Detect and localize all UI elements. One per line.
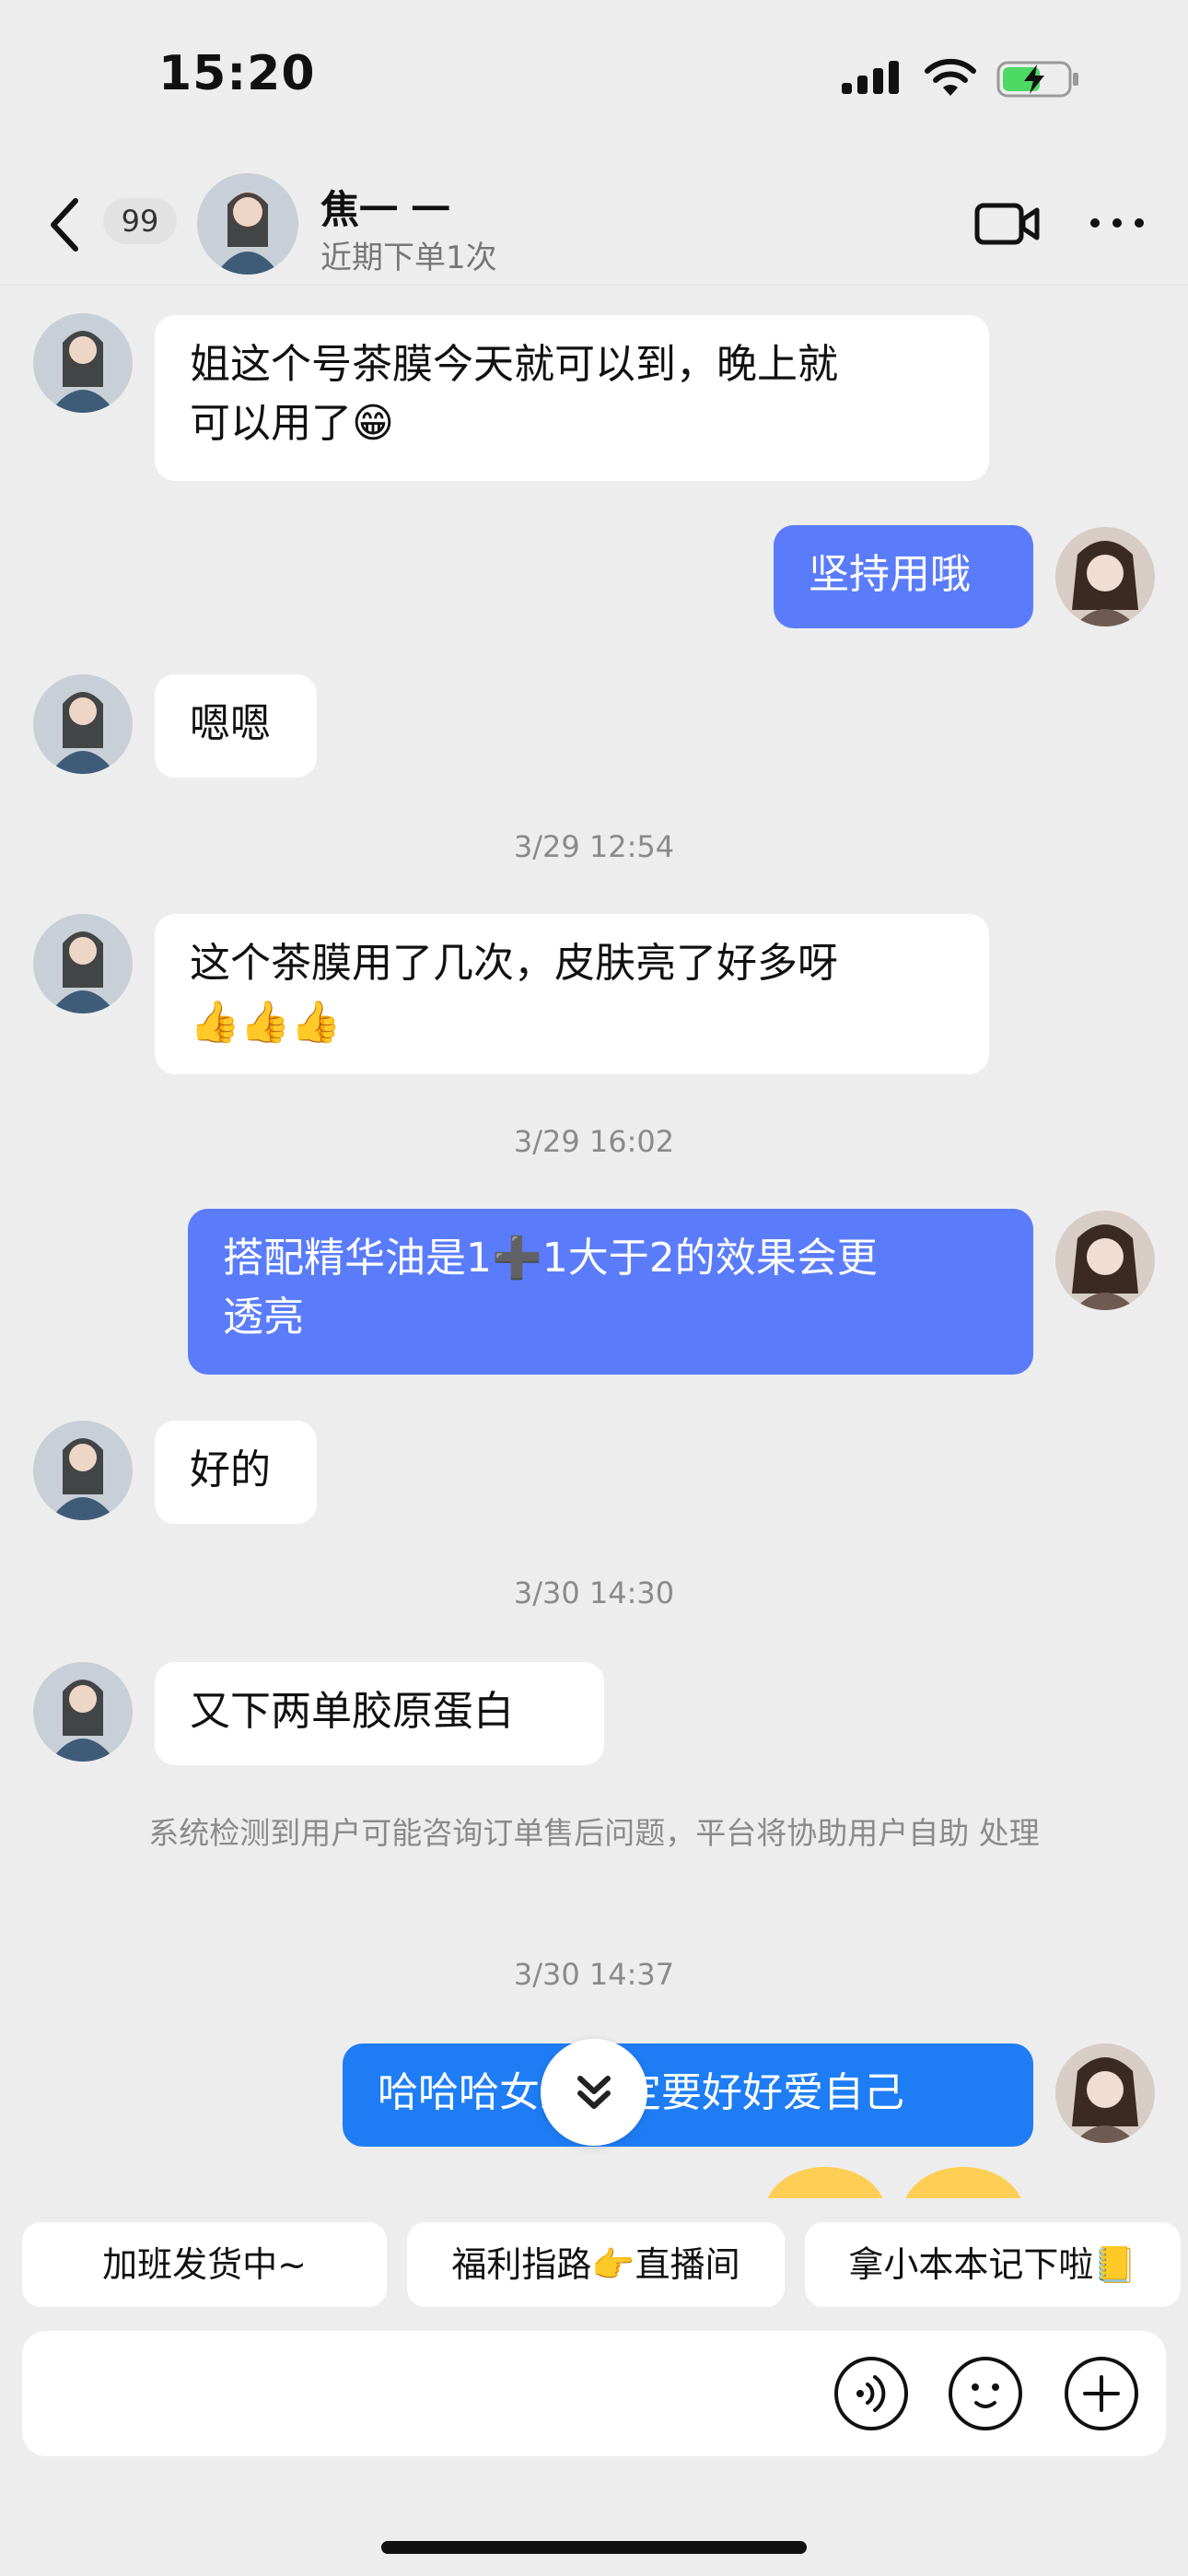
emoji-icon[interactable]	[947, 2355, 1024, 2432]
video-call-icon[interactable]	[974, 201, 1041, 247]
timestamp: 3/30 14:30	[513, 1575, 675, 1610]
contact-avatar[interactable]	[33, 674, 133, 774]
system-notice: 系统检测到用户可能咨询订单售后问题，平台将协助用户自助 处理	[148, 1815, 1040, 1851]
message-bubble[interactable]: 姐这个号茶膜今天就可以到，晚上就 可以用了😁	[155, 315, 989, 481]
message-bubble[interactable]: 搭配精华油是1➕1大于2的效果会更 透亮	[188, 1209, 1033, 1375]
quick-reply-button[interactable]: 加班发货中~	[22, 2222, 387, 2307]
message-bubble[interactable]: 好的	[155, 1421, 317, 1524]
battery-icon	[996, 61, 1078, 98]
contact-avatar[interactable]	[33, 1421, 133, 1520]
contact-avatar[interactable]	[33, 1662, 133, 1762]
message-bubble[interactable]: 又下两单胶原蛋白	[155, 1662, 604, 1765]
quick-reply-button[interactable]: 福利指路👉直播间	[407, 2222, 785, 2307]
message-bubble[interactable]: 这个茶膜用了几次，皮肤亮了好多呀 👍👍👍	[155, 914, 989, 1074]
quick-reply-button[interactable]: 拿小本本记下啦📒	[805, 2222, 1181, 2307]
contact-avatar[interactable]	[197, 173, 298, 275]
chat-header: 99 焦一 一 近期下单1次	[0, 157, 1188, 286]
contact-subtitle: 近期下单1次	[320, 240, 497, 276]
voice-icon[interactable]	[833, 2355, 910, 2432]
timestamp: 3/29 12:54	[513, 829, 675, 864]
signal-icon	[842, 61, 901, 94]
message-input[interactable]	[22, 2331, 1166, 2456]
unread-badge: 99	[103, 198, 177, 244]
plus-icon[interactable]	[1063, 2355, 1140, 2432]
emoji-sticker	[767, 2167, 1021, 2198]
chevron-double-down-icon	[577, 2076, 611, 2109]
more-icon[interactable]	[1087, 205, 1147, 241]
my-avatar[interactable]	[1055, 2043, 1155, 2143]
wifi-icon	[925, 58, 976, 96]
contact-avatar[interactable]	[33, 914, 133, 1013]
my-avatar[interactable]	[1055, 527, 1155, 626]
message-bubble[interactable]: 哈哈哈女人一定要好好爱自己	[343, 2043, 1033, 2147]
contact-name: 焦一 一	[320, 187, 450, 232]
message-bubble[interactable]: 嗯嗯	[155, 674, 317, 778]
back-icon[interactable]	[44, 197, 85, 252]
status-time: 15:20	[158, 46, 316, 101]
scroll-to-bottom-button[interactable]	[541, 2039, 647, 2146]
timestamp: 3/29 16:02	[513, 1124, 675, 1159]
timestamp: 3/30 14:37	[513, 1957, 675, 1992]
status-bar: 15:20	[0, 0, 1188, 157]
contact-avatar[interactable]	[33, 313, 133, 413]
my-avatar[interactable]	[1055, 1211, 1155, 1310]
message-bubble[interactable]: 坚持用哦	[774, 525, 1033, 628]
home-indicator[interactable]	[381, 2541, 807, 2554]
